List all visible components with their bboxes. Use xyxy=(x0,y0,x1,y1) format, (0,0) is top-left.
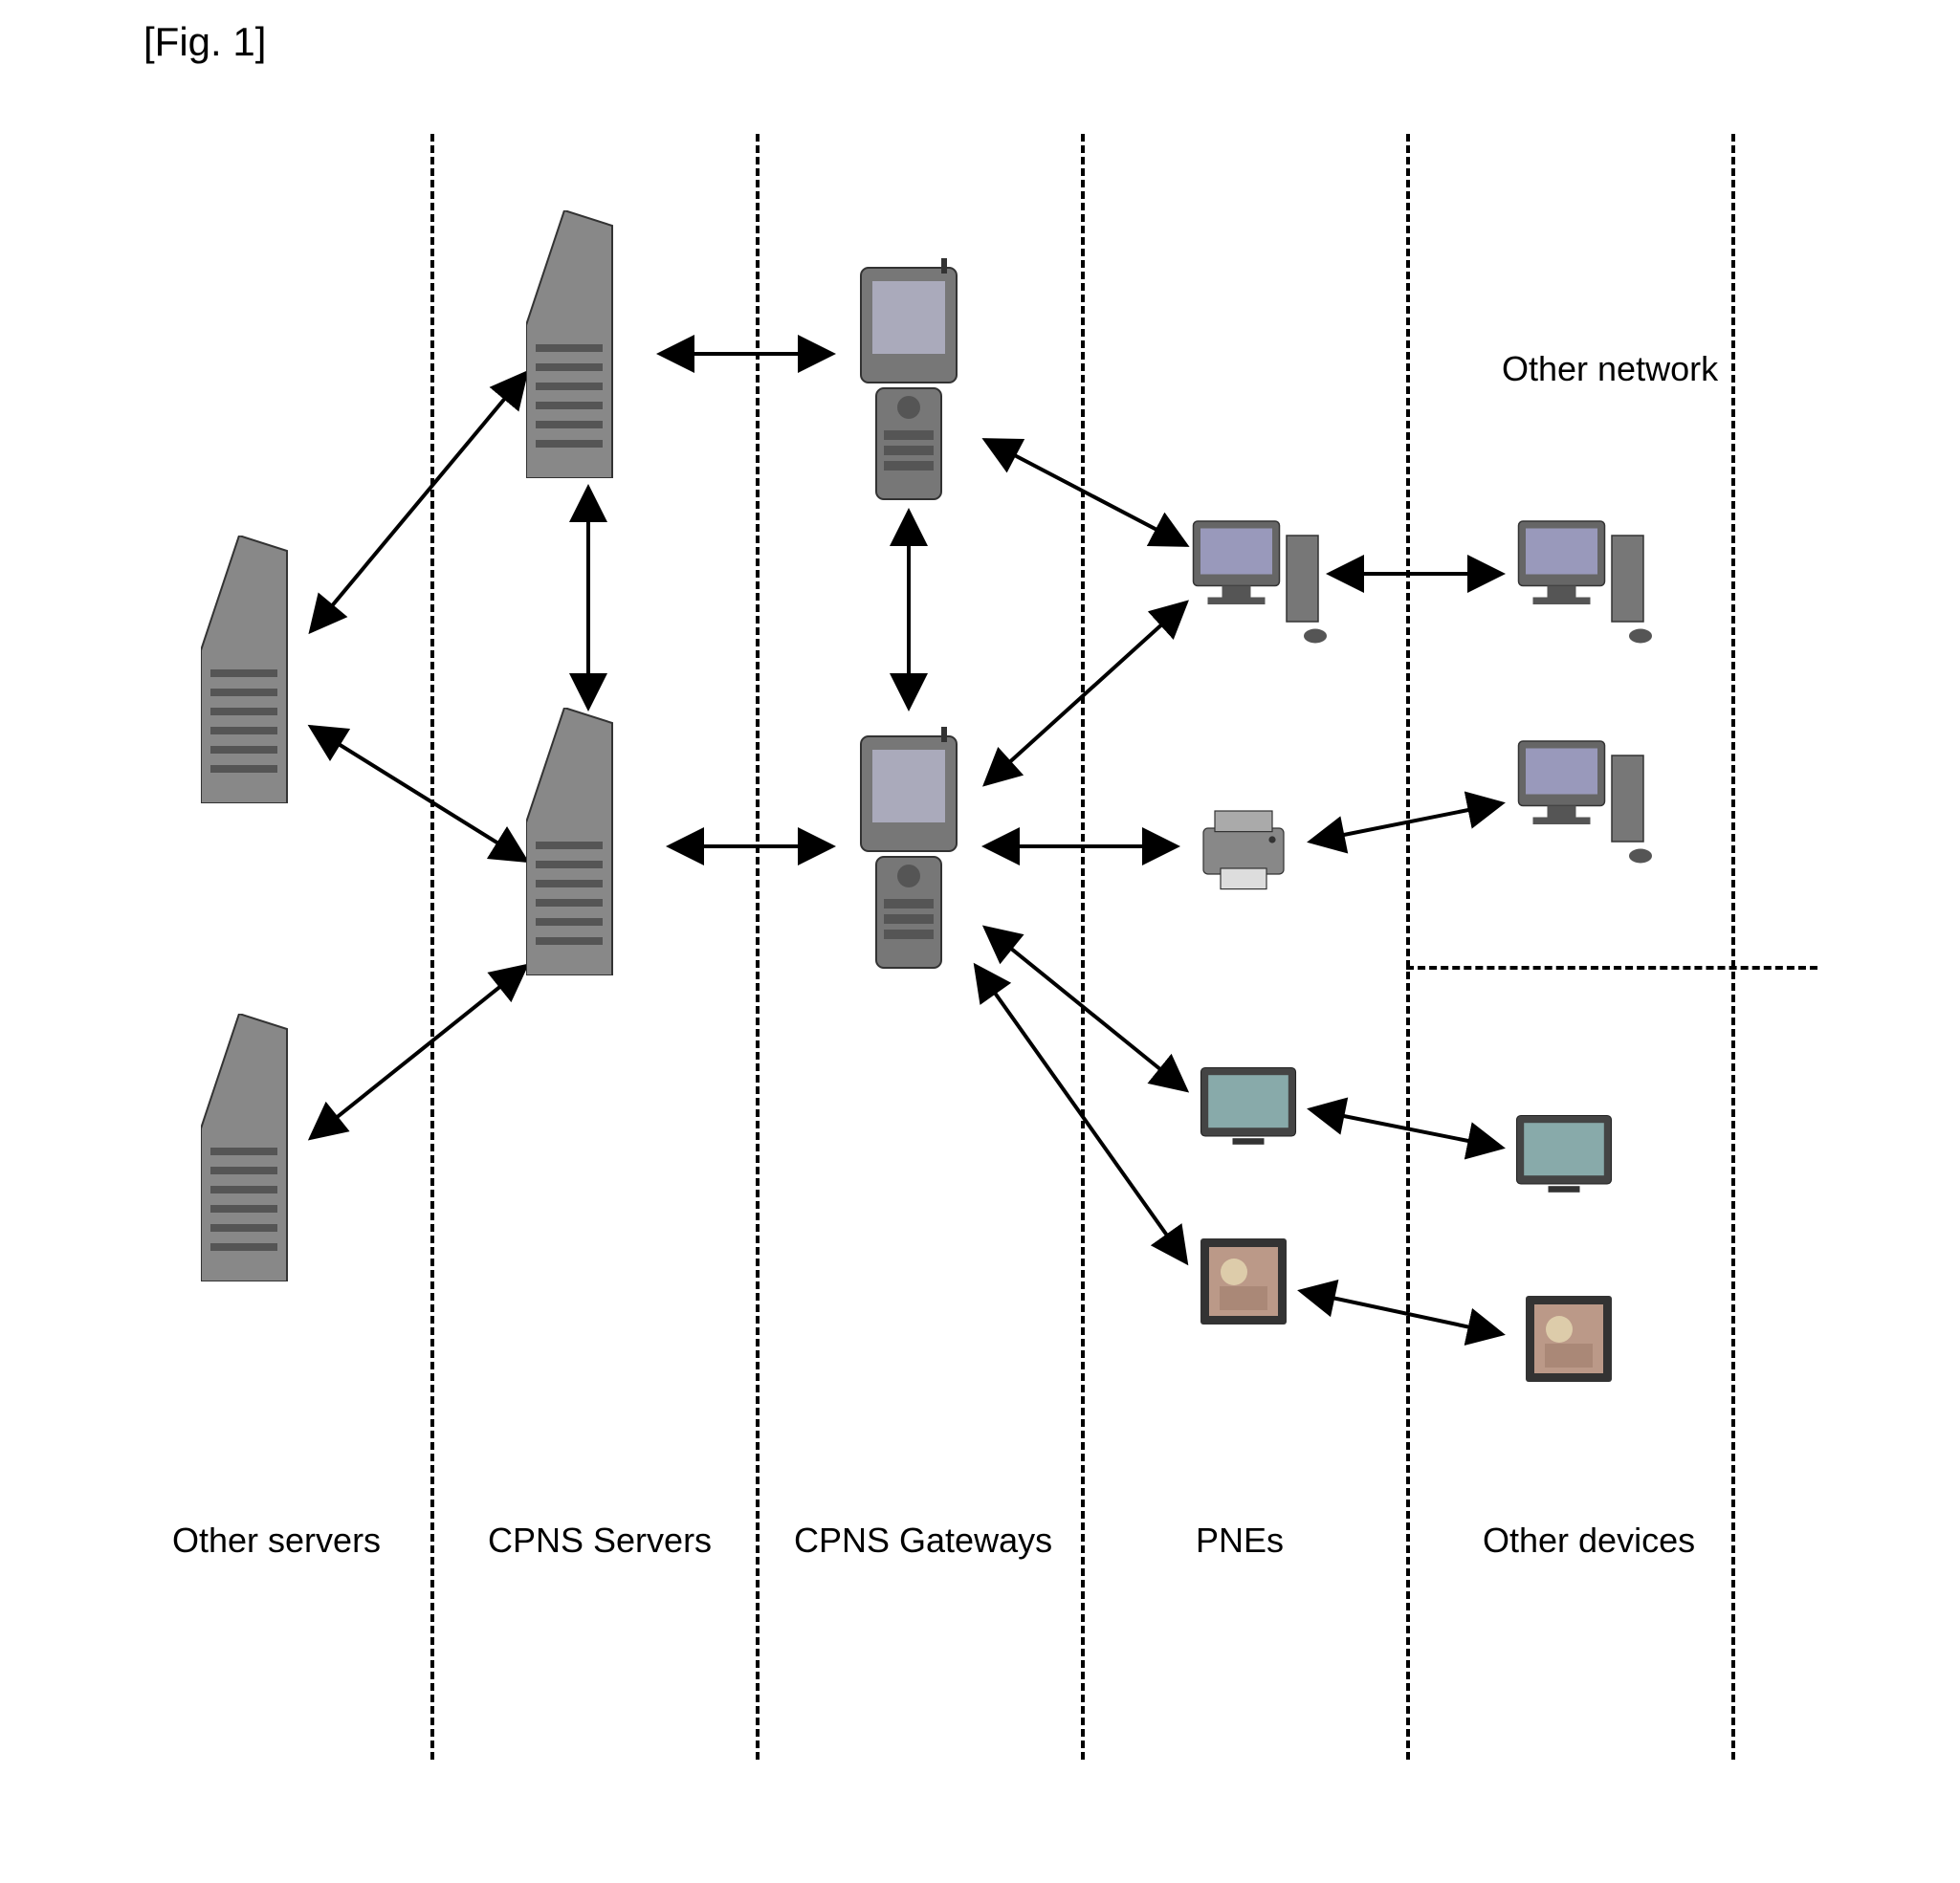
cpns-gateway-1-icon xyxy=(842,258,976,507)
figure-label: [Fig. 1] xyxy=(143,19,266,65)
col-label-pnes: PNEs xyxy=(1196,1521,1284,1561)
other-photo-frame-icon xyxy=(1521,1291,1617,1387)
other-media-player-icon xyxy=(1511,1109,1617,1195)
section-label-other-network: Other network xyxy=(1502,349,1718,389)
other-server-1-icon xyxy=(201,536,316,803)
column-divider-5 xyxy=(1731,134,1735,1760)
column-divider-4 xyxy=(1406,134,1410,1760)
horiz-divider-other-network xyxy=(1406,966,1817,970)
pne-printer-icon xyxy=(1186,803,1301,899)
column-divider-1 xyxy=(430,134,434,1760)
col-label-cpns-servers: CPNS Servers xyxy=(488,1521,712,1561)
col-label-other-devices: Other devices xyxy=(1483,1521,1695,1561)
cpns-server-2-icon xyxy=(526,708,641,975)
column-divider-2 xyxy=(756,134,760,1760)
column-divider-3 xyxy=(1081,134,1085,1760)
col-label-cpns-gateways: CPNS Gateways xyxy=(794,1521,1052,1561)
pne-desktop-icon xyxy=(1186,507,1330,650)
other-server-2-icon xyxy=(201,1014,316,1281)
cpns-server-1-icon xyxy=(526,210,641,478)
other-desktop-2-icon xyxy=(1511,727,1655,870)
col-label-other-servers: Other servers xyxy=(172,1521,381,1561)
pne-photo-frame-icon xyxy=(1196,1234,1291,1329)
cpns-gateway-2-icon xyxy=(842,727,976,975)
pne-media-player-icon xyxy=(1196,1062,1301,1148)
other-desktop-1-icon xyxy=(1511,507,1655,650)
diagram-container: Other servers CPNS Servers CPNS Gateways… xyxy=(143,134,1817,1760)
